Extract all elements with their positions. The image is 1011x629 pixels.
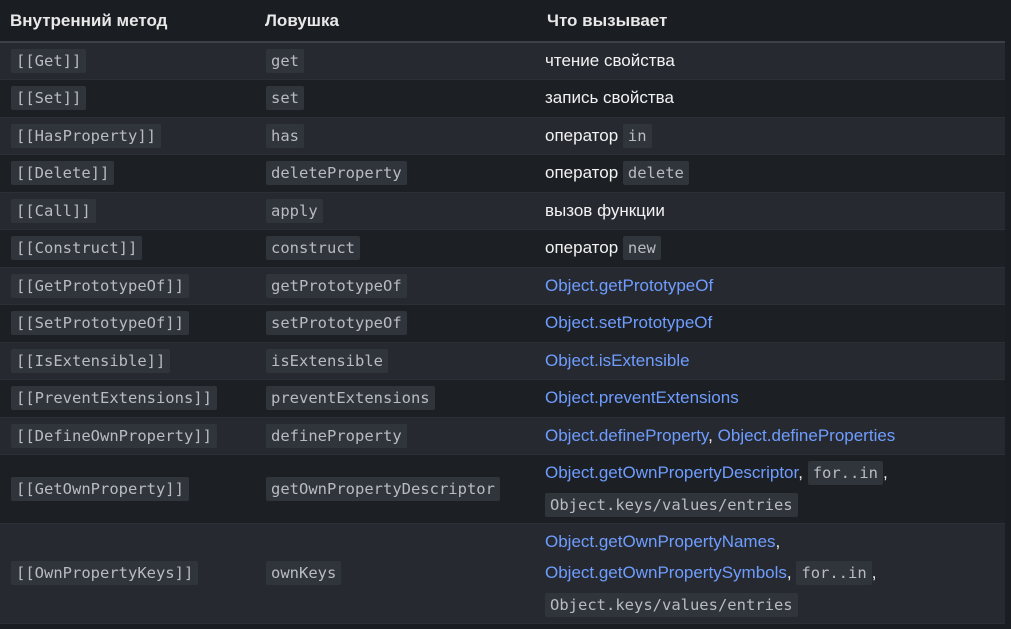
doc-link[interactable]: Object.defineProperty: [545, 426, 708, 445]
trap-code: construct: [266, 236, 360, 260]
table-row: [[SetPrototypeOf]] setPrototypeOf Object…: [0, 304, 1005, 343]
trap-code: setPrototypeOf: [266, 311, 407, 335]
doc-link[interactable]: Object.getPrototypeOf: [545, 276, 713, 295]
table-row: [[Delete]] deleteProperty оператор delet…: [0, 154, 1005, 193]
loop-code: for..in: [807, 460, 884, 485]
method-code: [[SetPrototypeOf]]: [11, 311, 189, 335]
comma-separator: ,: [798, 462, 803, 482]
doc-link[interactable]: Object.defineProperties: [718, 426, 896, 445]
method-code: [[PreventExtensions]]: [11, 386, 217, 410]
trap-code: isExtensible: [266, 348, 388, 373]
method-code: [[HasProperty]]: [11, 123, 161, 148]
trap-code: preventExtensions: [266, 386, 435, 410]
method-code: [[IsExtensible]]: [11, 348, 171, 373]
operator-code: new: [622, 236, 661, 260]
header-trap: Ловушка: [255, 0, 537, 43]
header-what-triggers: Что вызывает: [537, 0, 1005, 43]
trap-code: defineProperty: [266, 423, 407, 448]
doc-link[interactable]: Object.getOwnPropertyNames: [545, 532, 776, 551]
operator-code: in: [622, 123, 652, 148]
doc-link[interactable]: Object.getOwnPropertyDescriptor: [545, 463, 798, 482]
operator-code: delete: [622, 161, 689, 185]
comma-separator: ,: [708, 425, 713, 445]
table-row: [[PreventExtensions]] preventExtensions …: [0, 379, 1005, 418]
table-row: [[Get]] get чтение свойства: [0, 42, 1005, 80]
table-row: [[DefineOwnProperty]] defineProperty Obj…: [0, 417, 1005, 455]
loop-code: for..in: [796, 560, 872, 585]
doc-link[interactable]: Object.setPrototypeOf: [545, 313, 712, 332]
trap-code: getOwnPropertyDescriptor: [266, 476, 500, 501]
table-row: [[Set]] set запись свойства: [0, 79, 1005, 118]
trap-code: set: [266, 86, 304, 110]
method-code: [[GetPrototypeOf]]: [11, 273, 189, 298]
comma-separator: ,: [775, 531, 781, 551]
trap-code: get: [266, 48, 304, 73]
trap-code: ownKeys: [266, 561, 342, 585]
trigger-cell: оператор in: [537, 117, 1005, 155]
trap-code: apply: [266, 198, 323, 223]
trigger-text: оператор: [545, 125, 619, 145]
table-row: [[GetOwnProperty]] getOwnPropertyDescrip…: [0, 454, 1005, 524]
doc-link[interactable]: Object.preventExtensions: [545, 388, 739, 407]
trigger-cell: оператор delete: [537, 154, 1005, 193]
doc-link[interactable]: Object.isExtensible: [545, 351, 690, 370]
method-code: [[GetOwnProperty]]: [11, 476, 189, 501]
object-methods-code: Object.keys/values/entries: [545, 592, 798, 617]
table-row: [[IsExtensible]] isExtensible Object.isE…: [0, 342, 1005, 380]
trigger-text: оператор: [545, 163, 619, 182]
trigger-text: запись свойства: [537, 79, 1005, 118]
table-row: [[GetPrototypeOf]] getPrototypeOf Object…: [0, 267, 1005, 305]
table-header-row: Внутренний метод Ловушка Что вызывает: [0, 0, 1005, 43]
proxy-traps-table: Внутренний метод Ловушка Что вызывает [[…: [0, 0, 1005, 624]
trap-code: deleteProperty: [266, 161, 407, 185]
table-row: [[Call]] apply вызов функции: [0, 192, 1005, 230]
doc-link[interactable]: Object.getOwnPropertySymbols: [545, 563, 787, 582]
trap-code: getPrototypeOf: [266, 273, 407, 298]
method-code: [[Construct]]: [11, 236, 143, 260]
comma-separator: ,: [786, 562, 792, 582]
comma-separator: ,: [883, 462, 888, 482]
method-code: [[Get]]: [11, 48, 87, 73]
method-code: [[Set]]: [11, 86, 87, 110]
method-code: [[Call]]: [11, 198, 96, 223]
trap-code: has: [266, 123, 304, 148]
method-code: [[DefineOwnProperty]]: [11, 423, 217, 448]
trigger-text: вызов функции: [537, 192, 1005, 230]
method-code: [[Delete]]: [11, 161, 115, 185]
table-row: [[Construct]] construct оператор new: [0, 229, 1005, 268]
trigger-text: чтение свойства: [537, 42, 1005, 80]
comma-separator: ,: [871, 562, 877, 582]
header-internal-method: Внутренний метод: [0, 0, 255, 43]
method-code: [[OwnPropertyKeys]]: [11, 561, 199, 585]
table-row: [[HasProperty]] has оператор in: [0, 117, 1005, 155]
trigger-text: оператор: [545, 238, 619, 257]
object-methods-code: Object.keys/values/entries: [545, 492, 798, 517]
table-row: [[OwnPropertyKeys]] ownKeys Object.getOw…: [0, 523, 1005, 624]
trigger-cell: оператор new: [537, 229, 1005, 268]
